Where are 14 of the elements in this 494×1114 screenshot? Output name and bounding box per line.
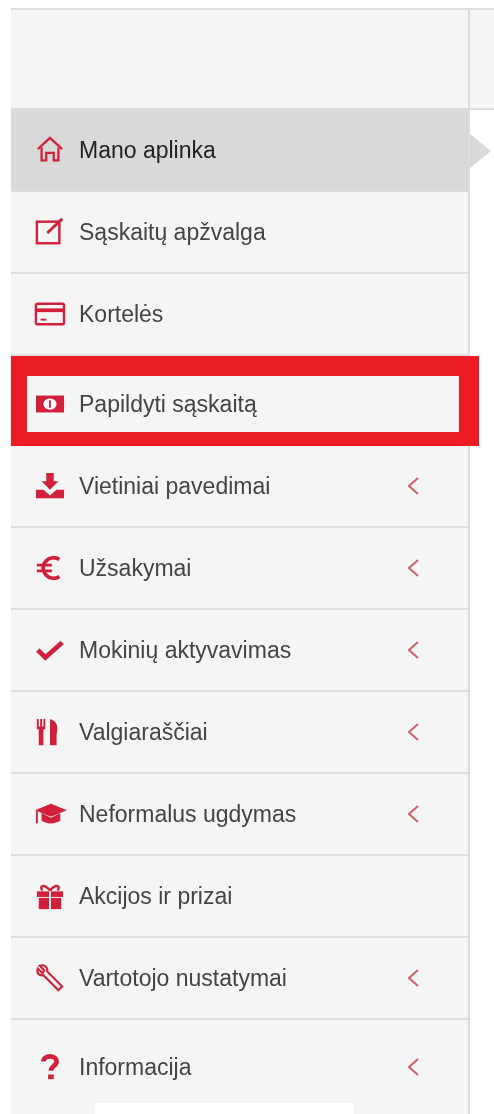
menu-item[interactable]: Sąskaitų apžvalga bbox=[11, 192, 468, 274]
menu-item[interactable]: Neformalus ugdymas bbox=[11, 774, 468, 856]
menu-item[interactable]: Papildyti sąskaitą bbox=[27, 376, 459, 432]
menu-item[interactable]: Valgiaraščiai bbox=[11, 692, 468, 774]
menu-item[interactable]: Mokinių aktyvavimas bbox=[11, 610, 468, 692]
menu-item[interactable]: Akcijos ir prizai bbox=[11, 856, 468, 938]
wrench-icon bbox=[33, 963, 67, 993]
menu-item[interactable]: Vartotojo nustatymai bbox=[11, 938, 468, 1020]
menu-item[interactable]: Informacija bbox=[11, 1020, 468, 1114]
menu-item[interactable]: Vietiniai pavedimai bbox=[11, 446, 468, 528]
credit-card-icon bbox=[33, 299, 67, 329]
menu-item[interactable]: Mano aplinka bbox=[11, 110, 468, 192]
download-icon bbox=[33, 471, 67, 501]
menu-item[interactable]: Užsakymai bbox=[11, 528, 468, 610]
